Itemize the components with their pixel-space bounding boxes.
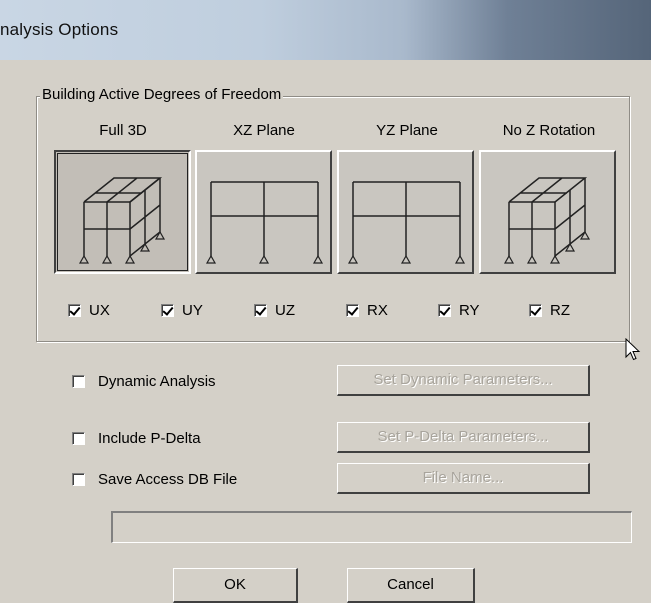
ry-label: RY	[459, 302, 480, 319]
view-label-full-3d: Full 3D	[99, 122, 147, 139]
frame-xz-icon	[205, 181, 324, 264]
uy-checkbox[interactable]: UY	[161, 302, 203, 319]
uy-check-box[interactable]	[161, 304, 174, 317]
dynamic-analysis-checkbox[interactable]: Dynamic Analysis	[72, 373, 216, 390]
view-label-xz-plane: XZ Plane	[233, 122, 295, 139]
include-p-delta-label: Include P-Delta	[98, 430, 201, 447]
title-bar[interactable]: nalysis Options	[0, 0, 651, 61]
view-label-no-z-rotation: No Z Rotation	[502, 122, 596, 139]
yz-plane-button[interactable]	[337, 150, 474, 274]
mouse-cursor-icon	[625, 338, 641, 361]
window-title: nalysis Options	[0, 20, 119, 39]
rx-check-box[interactable]	[346, 304, 359, 317]
uz-checkbox[interactable]: UZ	[254, 302, 295, 319]
ry-check-box[interactable]	[438, 304, 451, 317]
db-file-path-field[interactable]	[111, 511, 632, 543]
uz-check-box[interactable]	[254, 304, 267, 317]
ux-label: UX	[89, 302, 110, 319]
view-label-yz-plane: YZ Plane	[376, 122, 438, 139]
dynamic-analysis-label: Dynamic Analysis	[98, 373, 216, 390]
rx-label: RX	[367, 302, 388, 319]
rz-check-box[interactable]	[529, 304, 542, 317]
rz-label: RZ	[550, 302, 570, 319]
ok-button[interactable]: OK	[173, 568, 298, 603]
save-access-db-file-checkbox[interactable]: Save Access DB File	[72, 471, 237, 488]
include-p-delta-check-box[interactable]	[72, 432, 85, 445]
include-p-delta-checkbox[interactable]: Include P-Delta	[72, 430, 201, 447]
ux-checkbox[interactable]: UX	[68, 302, 110, 319]
rz-checkbox[interactable]: RZ	[529, 302, 570, 319]
full-3d-button[interactable]	[54, 150, 191, 274]
set-p-delta-parameters-button[interactable]: Set P-Delta Parameters...	[337, 422, 590, 453]
uz-label: UZ	[275, 302, 295, 319]
frame-3d-icon	[78, 177, 166, 264]
save-access-db-file-check-box[interactable]	[72, 473, 85, 486]
set-dynamic-parameters-button[interactable]: Set Dynamic Parameters...	[337, 365, 590, 396]
dof-group-label: Building Active Degrees of Freedom	[40, 86, 284, 103]
uy-label: UY	[182, 302, 203, 319]
ux-check-box[interactable]	[68, 304, 81, 317]
frame-yz-icon	[347, 181, 466, 264]
file-name-button[interactable]: File Name...	[337, 463, 590, 494]
frame-3d-no-z-rotation-icon	[503, 177, 591, 264]
xz-plane-button[interactable]	[195, 150, 332, 274]
dynamic-analysis-check-box[interactable]	[72, 375, 85, 388]
no-z-rotation-button[interactable]	[479, 150, 616, 274]
cancel-button[interactable]: Cancel	[347, 568, 475, 603]
save-access-db-file-label: Save Access DB File	[98, 471, 238, 488]
ry-checkbox[interactable]: RY	[438, 302, 480, 319]
analysis-options-dialog: Building Active Degrees of Freedom Full …	[0, 60, 651, 603]
rx-checkbox[interactable]: RX	[346, 302, 388, 319]
